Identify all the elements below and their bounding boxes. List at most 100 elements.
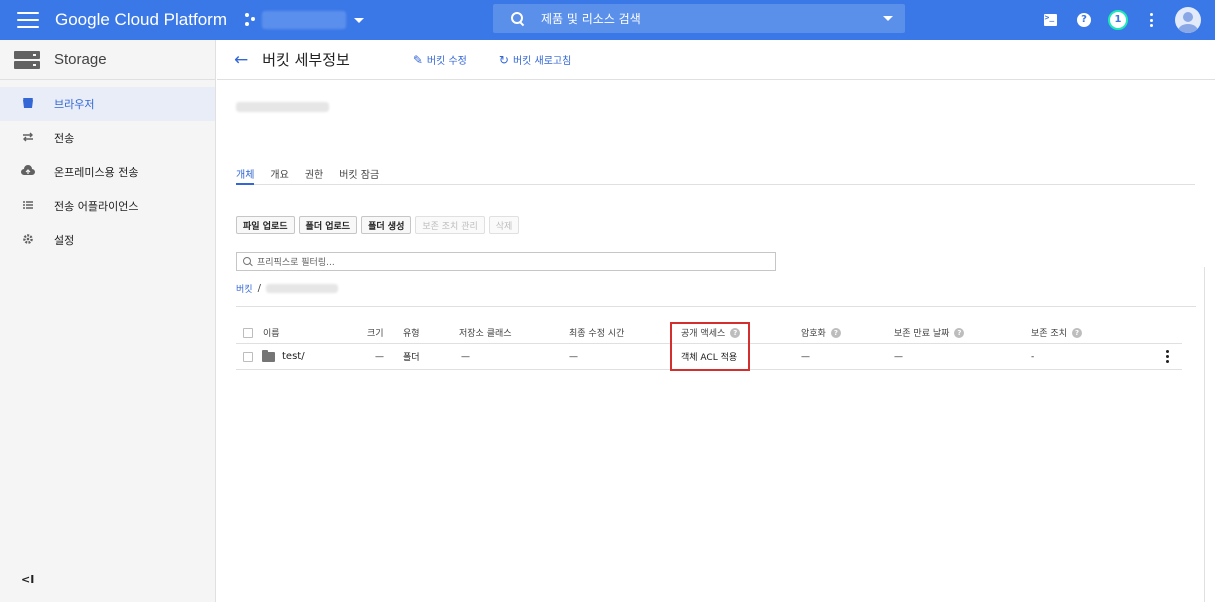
help-button[interactable]: ? bbox=[1067, 6, 1101, 34]
create-folder-button[interactable]: 폴더 생성 bbox=[361, 216, 412, 234]
objects-table: 이름 크기 유형 저장소 클래스 최종 수정 시간 공개 액세스 ? 암호화 ?… bbox=[236, 322, 1182, 371]
row-storage-class: — bbox=[461, 351, 470, 362]
sidebar: Storage 브라우저 전송 온프레미스용 전송 전송 어플라이언스 설정 <… bbox=[0, 40, 216, 602]
sidebar-title: Storage bbox=[54, 51, 107, 68]
column-retention-expiry-label: 보존 만료 날짜 bbox=[894, 329, 950, 339]
row-name-link[interactable]: test/ bbox=[282, 351, 305, 362]
column-size[interactable]: 크기 bbox=[367, 322, 384, 343]
column-type[interactable]: 유형 bbox=[403, 322, 420, 343]
help-icon[interactable]: ? bbox=[730, 327, 741, 338]
folder-icon bbox=[262, 349, 275, 362]
transfer-icon bbox=[21, 131, 35, 145]
column-holds[interactable]: 보존 조치 ? bbox=[1031, 322, 1082, 343]
row-checkbox[interactable] bbox=[243, 344, 253, 369]
upload-files-button[interactable]: 파일 업로드 bbox=[236, 216, 295, 234]
column-storage-class[interactable]: 저장소 클래스 bbox=[459, 322, 512, 343]
column-last-modified[interactable]: 최종 수정 시간 bbox=[569, 322, 624, 343]
sidebar-item-label: 온프레미스용 전송 bbox=[54, 166, 139, 179]
divider bbox=[236, 306, 1196, 307]
refresh-icon: ↻ bbox=[498, 52, 509, 67]
more-options-button[interactable] bbox=[1135, 6, 1169, 34]
notifications-button[interactable]: 1 bbox=[1101, 6, 1135, 34]
column-encryption-label: 암호화 bbox=[801, 329, 826, 339]
top-icons: ? 1 bbox=[1033, 6, 1201, 34]
search-dropdown-icon[interactable] bbox=[883, 16, 893, 21]
row-retention-expiry: — bbox=[894, 351, 903, 362]
search-icon bbox=[511, 11, 525, 26]
page-header: ← 버킷 세부정보 ✎ 버킷 수정 ↻ 버킷 새로고침 bbox=[217, 40, 1215, 80]
tab-bucket-lock[interactable]: 버킷 잠금 bbox=[339, 166, 379, 185]
refresh-bucket-label: 버킷 새로고침 bbox=[512, 56, 572, 67]
sidebar-item-transfer-appliance[interactable]: 전송 어플라이언스 bbox=[0, 189, 215, 223]
column-retention-expiry[interactable]: 보존 만료 날짜 ? bbox=[894, 322, 965, 343]
column-encryption[interactable]: 암호화 ? bbox=[801, 322, 841, 343]
notification-badge: 1 bbox=[1108, 10, 1128, 30]
avatar[interactable] bbox=[1175, 7, 1201, 33]
cloud-upload-icon bbox=[21, 165, 35, 179]
breadcrumb: 버킷 / bbox=[236, 282, 338, 295]
search-input[interactable]: 제품 및 리소스 검색 bbox=[541, 10, 883, 27]
sidebar-item-browser[interactable]: 브라우저 bbox=[0, 87, 215, 121]
sidebar-header: Storage bbox=[0, 40, 215, 80]
sidebar-item-label: 브라우저 bbox=[54, 98, 95, 111]
prefix-filter-input[interactable]: 프리픽스로 필터링... bbox=[236, 252, 776, 271]
help-icon[interactable]: ? bbox=[1071, 327, 1082, 338]
help-icon[interactable]: ? bbox=[830, 327, 841, 338]
sidebar-item-transfer[interactable]: 전송 bbox=[0, 121, 215, 155]
breadcrumb-buckets-link[interactable]: 버킷 bbox=[236, 282, 253, 295]
breadcrumb-bucket-redacted bbox=[265, 284, 338, 293]
pencil-icon: ✎ bbox=[412, 52, 423, 67]
main-content: ← 버킷 세부정보 ✎ 버킷 수정 ↻ 버킷 새로고침 개체 개요 권한 버킷 … bbox=[217, 40, 1215, 602]
search-bar[interactable]: 제품 및 리소스 검색 bbox=[493, 4, 905, 33]
column-holds-label: 보존 조치 bbox=[1031, 329, 1067, 339]
edit-bucket-label: 버킷 수정 bbox=[426, 56, 467, 67]
gear-icon bbox=[21, 233, 35, 247]
column-public-access-label: 공개 액세스 bbox=[681, 329, 726, 339]
sidebar-item-label: 전송 bbox=[54, 132, 75, 145]
delete-button[interactable]: 삭제 bbox=[488, 216, 520, 234]
hamburger-menu-icon[interactable] bbox=[17, 12, 39, 28]
sidebar-item-label: 설정 bbox=[54, 234, 75, 247]
brand-title[interactable]: Google Cloud Platform bbox=[55, 10, 227, 30]
row-size: — bbox=[375, 351, 384, 362]
edit-bucket-button[interactable]: ✎ 버킷 수정 bbox=[412, 52, 467, 68]
row-more-button[interactable] bbox=[1166, 344, 1169, 369]
table-header: 이름 크기 유형 저장소 클래스 최종 수정 시간 공개 액세스 ? 암호화 ?… bbox=[236, 322, 1182, 344]
collapse-sidebar-button[interactable]: <I bbox=[21, 573, 34, 586]
sidebar-item-settings[interactable]: 설정 bbox=[0, 223, 215, 257]
column-name[interactable]: 이름 bbox=[263, 322, 280, 343]
project-dots-icon bbox=[244, 13, 257, 27]
breadcrumb-separator: / bbox=[257, 283, 261, 294]
upload-folder-button[interactable]: 폴더 업로드 bbox=[298, 216, 358, 234]
select-all-checkbox[interactable] bbox=[243, 322, 253, 343]
cloud-shell-button[interactable] bbox=[1033, 6, 1067, 34]
column-public-access[interactable]: 공개 액세스 ? bbox=[681, 322, 741, 343]
bucket-icon bbox=[21, 97, 35, 111]
sidebar-item-onprem-transfer[interactable]: 온프레미스용 전송 bbox=[0, 155, 215, 189]
tab-bar: 개체 개요 권한 버킷 잠금 bbox=[236, 166, 1195, 185]
storage-icon bbox=[14, 50, 40, 69]
help-icon[interactable]: ? bbox=[954, 327, 965, 338]
appliance-icon bbox=[21, 199, 35, 213]
table-row[interactable]: test/ — 폴더 — — 객체 ACL 적용 — — - bbox=[236, 344, 1182, 370]
project-selector[interactable] bbox=[244, 11, 364, 29]
row-name-cell[interactable]: test/ bbox=[262, 344, 305, 369]
tab-overview[interactable]: 개요 bbox=[270, 166, 288, 185]
page-title: 버킷 세부정보 bbox=[262, 51, 350, 69]
more-vert-icon bbox=[1150, 13, 1154, 27]
tab-permissions[interactable]: 권한 bbox=[305, 166, 323, 185]
tab-objects[interactable]: 개체 bbox=[236, 166, 255, 185]
top-bar: Google Cloud Platform 제품 및 리소스 검색 ? 1 bbox=[0, 0, 1215, 40]
row-last-modified: — bbox=[569, 351, 578, 362]
manage-holds-button[interactable]: 보존 조치 관리 bbox=[415, 216, 485, 234]
back-arrow-icon[interactable]: ← bbox=[234, 50, 248, 70]
chevron-down-icon bbox=[353, 17, 364, 23]
more-vert-icon bbox=[1166, 350, 1169, 363]
row-type: 폴더 bbox=[403, 353, 420, 363]
row-holds: - bbox=[1031, 351, 1035, 362]
row-public-access: 객체 ACL 적용 bbox=[681, 353, 738, 363]
refresh-bucket-button[interactable]: ↻ 버킷 새로고침 bbox=[498, 52, 572, 68]
object-toolbar: 파일 업로드 폴더 업로드 폴더 생성 보존 조치 관리 삭제 bbox=[236, 216, 520, 234]
terminal-icon bbox=[1043, 13, 1057, 26]
scrollbar-track[interactable] bbox=[1204, 267, 1205, 602]
